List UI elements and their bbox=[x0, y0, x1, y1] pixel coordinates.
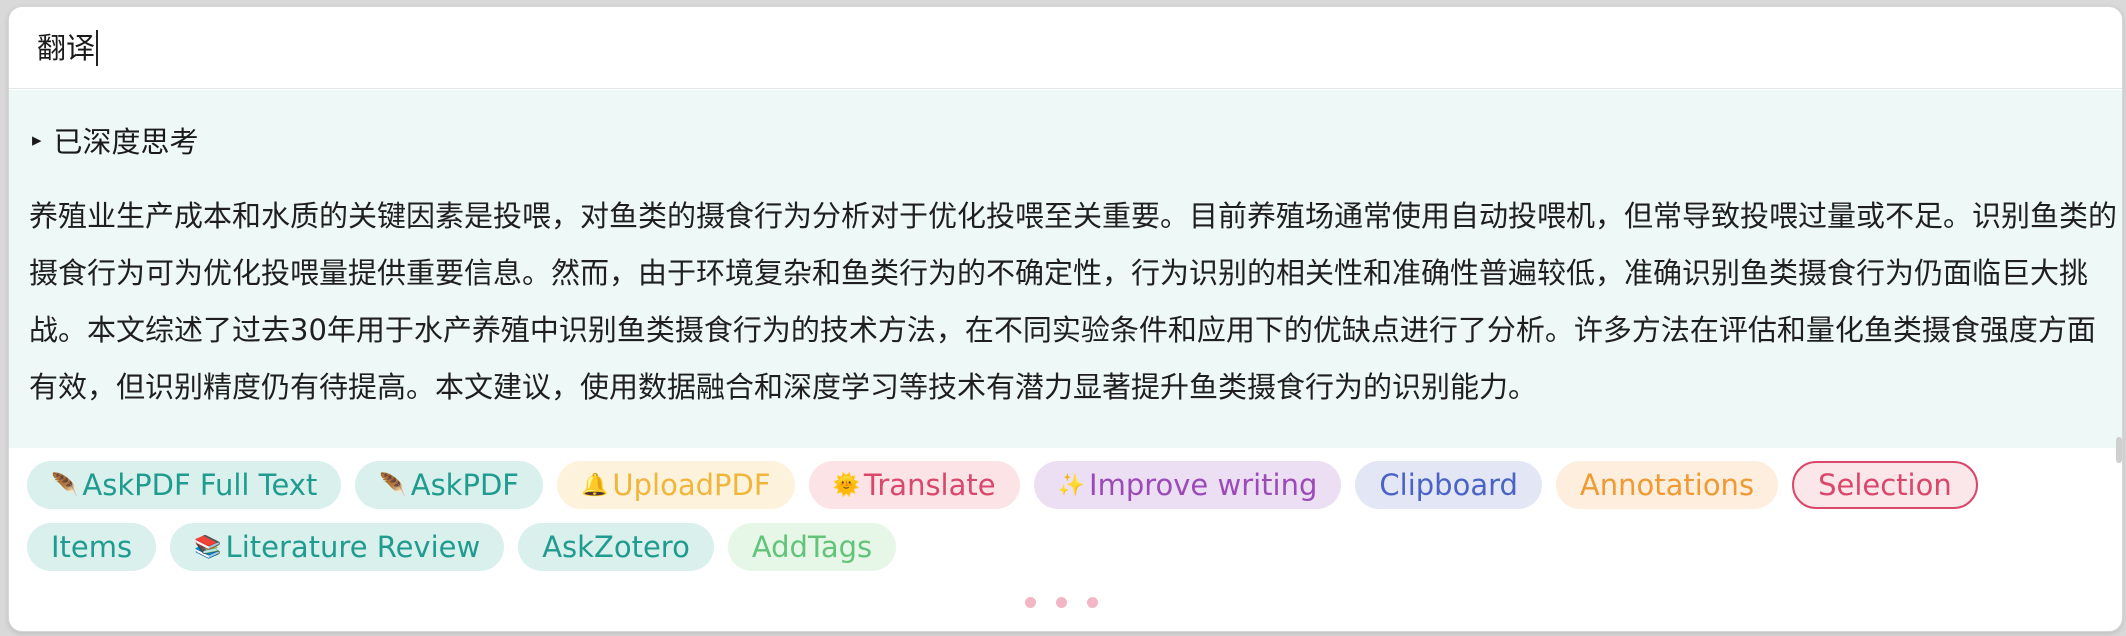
prompt-input-row[interactable]: 翻译 bbox=[9, 7, 2122, 89]
tag-askpdf-full-text[interactable]: 🪶 AskPDF Full Text bbox=[27, 461, 342, 509]
dot bbox=[1056, 597, 1067, 608]
tag-label: Translate bbox=[863, 468, 996, 502]
tag-label: Annotations bbox=[1579, 468, 1755, 502]
tag-emoji-icon: 🪶 bbox=[379, 472, 407, 498]
tag-emoji-icon: 🪶 bbox=[51, 472, 79, 498]
tag-emoji-icon: 🌞 bbox=[832, 472, 860, 498]
tag-literature-review[interactable]: 📚 Literature Review bbox=[170, 523, 505, 571]
tag-emoji-icon: 📚 bbox=[194, 534, 222, 560]
tag-askpdf[interactable]: 🪶 AskPDF bbox=[355, 461, 543, 509]
thought-label: 已深度思考 bbox=[53, 125, 199, 159]
dot bbox=[1087, 597, 1098, 608]
thought-toggle[interactable]: ▸ 已深度思考 bbox=[29, 114, 2102, 166]
tag-items[interactable]: Items bbox=[27, 523, 157, 571]
tag-annotations[interactable]: Annotations bbox=[1555, 461, 1779, 509]
tag-emoji-icon: ✨ bbox=[1057, 472, 1086, 498]
tag-uploadpdf[interactable]: 🔔 UploadPDF bbox=[556, 461, 795, 509]
tag-label: Selection bbox=[1818, 468, 1952, 502]
tag-label: Literature Review bbox=[225, 530, 481, 564]
tag-label: AskPDF Full Text bbox=[82, 468, 318, 502]
dot bbox=[1025, 597, 1036, 608]
triangle-right-icon[interactable]: ▸ bbox=[32, 129, 42, 151]
tag-label: AskZotero bbox=[542, 530, 690, 564]
tag-label: AskPDF bbox=[410, 468, 519, 502]
tag-clipboard[interactable]: Clipboard bbox=[1355, 461, 1542, 509]
ellipsis-dots-icon[interactable] bbox=[1025, 597, 1098, 608]
answer-area: ▸ 已深度思考 养殖业生产成本和水质的关键因素是投喂，对鱼类的摄食行为分析对于优… bbox=[9, 90, 2122, 448]
tag-label: Improve writing bbox=[1089, 468, 1318, 502]
tag-label: UploadPDF bbox=[612, 468, 771, 502]
tag-translate[interactable]: 🌞 Translate bbox=[808, 461, 1020, 509]
scrollbar[interactable] bbox=[2116, 437, 2122, 463]
tag-selection[interactable]: Selection bbox=[1792, 461, 1978, 509]
tag-askzotero[interactable]: AskZotero bbox=[518, 523, 714, 571]
assistant-panel: 翻译 ▸ 已深度思考 养殖业生产成本和水质的关键因素是投喂，对鱼类的摄食行为分析… bbox=[8, 6, 2123, 632]
tag-emoji-icon: 🔔 bbox=[580, 472, 609, 498]
answer-text: 养殖业生产成本和水质的关键因素是投喂，对鱼类的摄食行为分析对于优化投喂至关重要。… bbox=[29, 199, 2118, 404]
tag-addtags[interactable]: AddTags bbox=[727, 523, 897, 571]
tag-label: Clipboard bbox=[1379, 468, 1518, 502]
tag-improve-writing[interactable]: ✨ Improve writing bbox=[1033, 461, 1342, 509]
tag-label: AddTags bbox=[751, 530, 873, 564]
command-tags: 🪶 AskPDF Full Text 🪶 AskPDF 🔔 UploadPDF 🌞 Trans… bbox=[27, 461, 2107, 571]
prompt-input[interactable]: 翻译 bbox=[37, 29, 99, 66]
tag-label: Items bbox=[51, 530, 133, 564]
